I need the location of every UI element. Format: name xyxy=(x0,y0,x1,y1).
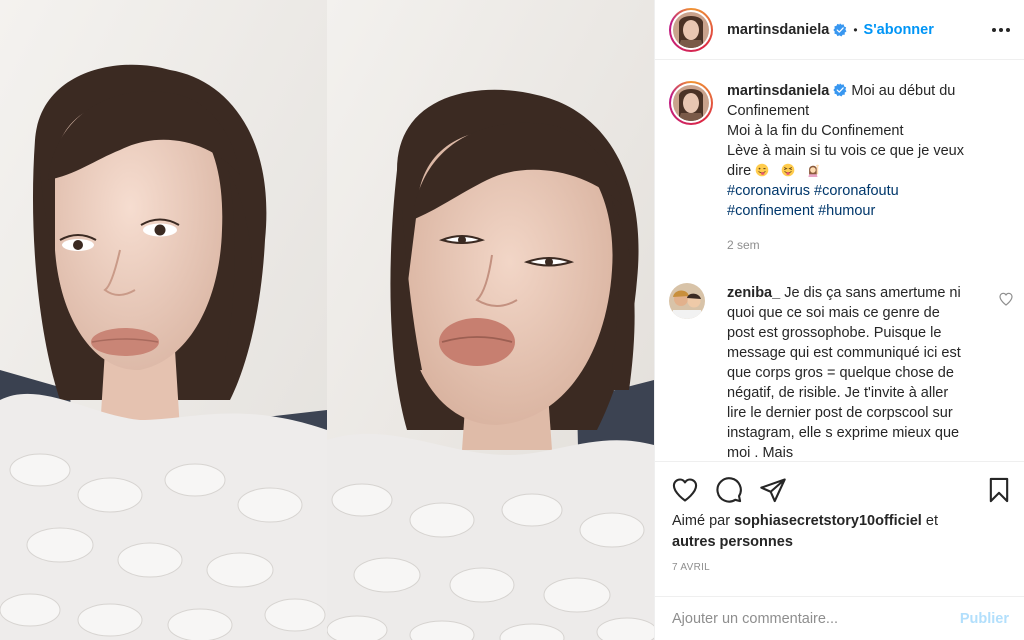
verified-badge-icon xyxy=(833,22,847,36)
comment-item: zeniba_ Je dis ça sans amertume ni quoi … xyxy=(669,283,1014,461)
verified-badge-icon xyxy=(833,83,847,97)
winking-tongue-emoji-icon xyxy=(755,163,769,177)
bookmark-icon[interactable] xyxy=(985,476,1013,504)
avatar[interactable] xyxy=(669,7,713,52)
like-comment-heart-icon[interactable] xyxy=(998,291,1014,307)
squinting-tongue-emoji-icon xyxy=(781,163,795,177)
more-options-icon[interactable] xyxy=(989,18,1013,42)
caption-avatar[interactable] xyxy=(669,81,713,125)
hashtag-link[interactable]: #humour xyxy=(818,203,875,219)
avatar-image xyxy=(673,11,709,48)
header-username[interactable]: martinsdaniela xyxy=(727,22,829,38)
separator-dot: • xyxy=(853,22,858,37)
photo-left xyxy=(0,0,327,640)
caption-line-2: Confinement xyxy=(727,103,810,119)
likes-connector: et xyxy=(925,513,938,529)
caption-line-4: Lève à main si tu vois ce que je veux xyxy=(727,143,964,159)
post-media[interactable] xyxy=(0,0,654,640)
caption-text: martinsdaniela Moi au début du Confineme… xyxy=(727,81,997,255)
caption-line-3: Moi à la fin du Confinement xyxy=(727,123,904,139)
hashtag-link[interactable]: #confinement xyxy=(727,203,814,219)
add-comment-bar: Publier xyxy=(655,596,1024,640)
caption-username[interactable]: martinsdaniela xyxy=(727,83,829,99)
comment-icon[interactable] xyxy=(715,476,743,504)
hashtag-link[interactable]: #coronavirus xyxy=(727,183,810,199)
post-date[interactable]: 7 AVRIL xyxy=(672,562,710,573)
publish-button[interactable]: Publier xyxy=(960,611,1009,627)
likes-summary: Aimé par sophiasecretstory10officiel et … xyxy=(672,511,972,553)
caption-line-1: Moi au début du xyxy=(851,83,956,99)
caption-line-5: dire xyxy=(727,163,752,179)
comment-input[interactable] xyxy=(672,610,942,627)
comment-username[interactable]: zeniba_ xyxy=(727,285,780,301)
woman-raising-hand-emoji-icon xyxy=(808,164,820,177)
comments-list[interactable]: martinsdaniela Moi au début du Confineme… xyxy=(655,61,1024,461)
instagram-post: martinsdaniela • S'abonner martinsdaniel… xyxy=(0,0,1024,640)
caption-time-ago[interactable]: 2 sem xyxy=(727,235,997,255)
comment-text: Je dis ça sans amertume ni quoi que ce s… xyxy=(727,285,961,461)
comment-avatar[interactable] xyxy=(669,283,705,319)
comment-text-block: zeniba_ Je dis ça sans amertume ni quoi … xyxy=(727,283,961,461)
hashtag-link[interactable]: #coronafoutu xyxy=(814,183,899,199)
liked-by-username[interactable]: sophiasecretstory10officiel xyxy=(734,513,922,529)
caption-avatar-image xyxy=(673,85,709,121)
post-caption: martinsdaniela Moi au début du Confineme… xyxy=(669,81,1009,255)
photo-right xyxy=(327,0,654,640)
post-side-panel: martinsdaniela • S'abonner martinsdaniel… xyxy=(654,0,1024,640)
heart-icon[interactable] xyxy=(671,476,699,504)
likes-prefix: Aimé par xyxy=(672,513,731,529)
share-icon[interactable] xyxy=(759,476,787,504)
post-header: martinsdaniela • S'abonner xyxy=(655,0,1024,60)
likes-others-link[interactable]: autres personnes xyxy=(672,534,793,550)
follow-button[interactable]: S'abonner xyxy=(864,22,934,38)
